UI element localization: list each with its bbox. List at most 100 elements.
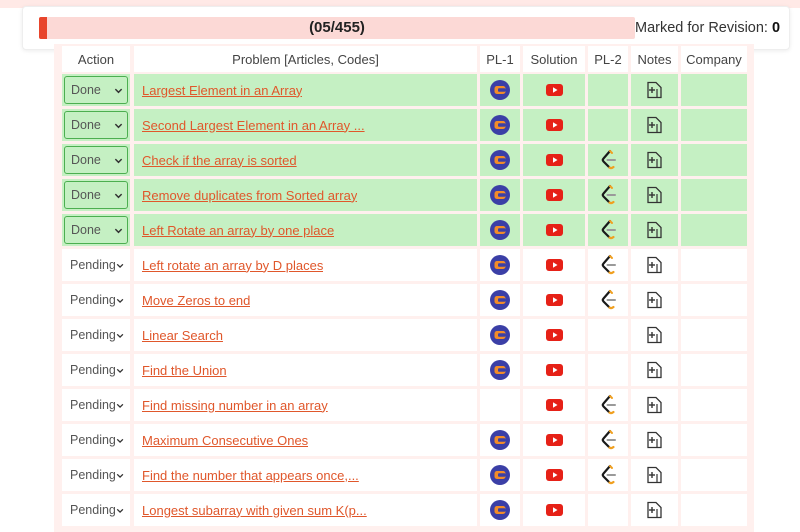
leetcode-icon[interactable] — [600, 149, 617, 171]
problem-link[interactable]: Find the number that appears once,... — [142, 468, 359, 483]
status-select[interactable]: Done — [64, 111, 128, 139]
chevron-down-icon — [116, 298, 124, 303]
leetcode-icon[interactable] — [600, 429, 617, 451]
problem-link[interactable]: Find missing number in an array — [142, 398, 328, 413]
leetcode-icon[interactable] — [600, 219, 617, 241]
company-cell — [681, 494, 747, 526]
leetcode-icon[interactable] — [600, 184, 617, 206]
progress-bar: (05/455) — [39, 17, 635, 39]
leetcode-icon[interactable] — [600, 254, 617, 276]
header-solution: Solution — [523, 46, 585, 72]
youtube-icon[interactable] — [545, 154, 563, 166]
solution-cell — [523, 284, 585, 316]
add-note-icon[interactable] — [646, 116, 663, 134]
status-value: Done — [71, 223, 101, 237]
codingninjas-icon[interactable] — [490, 430, 510, 450]
status-select[interactable]: Pending — [64, 286, 128, 314]
youtube-icon[interactable] — [545, 364, 563, 376]
status-select[interactable]: Done — [64, 76, 128, 104]
add-note-icon[interactable] — [646, 501, 663, 519]
add-note-icon[interactable] — [646, 466, 663, 484]
leetcode-icon[interactable] — [600, 394, 617, 416]
youtube-icon[interactable] — [545, 399, 563, 411]
notes-cell — [631, 179, 678, 211]
status-select[interactable]: Pending — [64, 251, 128, 279]
pl1-cell — [480, 144, 520, 176]
company-cell — [681, 319, 747, 351]
action-cell: Done — [62, 109, 130, 141]
company-cell — [681, 214, 747, 246]
youtube-icon[interactable] — [545, 504, 563, 516]
problem-cell: Remove duplicates from Sorted array — [134, 179, 477, 211]
status-select[interactable]: Pending — [64, 496, 128, 524]
pl2-cell — [588, 319, 628, 351]
notes-cell — [631, 214, 678, 246]
status-select[interactable]: Done — [64, 146, 128, 174]
status-select[interactable]: Done — [64, 181, 128, 209]
problem-cell: Move Zeros to end — [134, 284, 477, 316]
status-select[interactable]: Pending — [64, 321, 128, 349]
codingninjas-icon[interactable] — [490, 465, 510, 485]
status-select[interactable]: Pending — [64, 391, 128, 419]
codingninjas-icon[interactable] — [490, 360, 510, 380]
youtube-icon[interactable] — [545, 224, 563, 236]
add-note-icon[interactable] — [646, 221, 663, 239]
status-select[interactable]: Pending — [64, 356, 128, 384]
pl2-cell — [588, 459, 628, 491]
youtube-icon[interactable] — [545, 329, 563, 341]
problem-link[interactable]: Maximum Consecutive Ones — [142, 433, 308, 448]
add-note-icon[interactable] — [646, 186, 663, 204]
add-note-icon[interactable] — [646, 151, 663, 169]
add-note-icon[interactable] — [646, 256, 663, 274]
codingninjas-icon[interactable] — [490, 325, 510, 345]
codingninjas-icon[interactable] — [490, 255, 510, 275]
add-note-icon[interactable] — [646, 291, 663, 309]
status-value: Pending — [70, 363, 116, 377]
codingninjas-icon[interactable] — [490, 80, 510, 100]
status-select[interactable]: Pending — [64, 426, 128, 454]
problem-link[interactable]: Left Rotate an array by one place — [142, 223, 334, 238]
codingninjas-icon[interactable] — [490, 150, 510, 170]
problem-link[interactable]: Left rotate an array by D places — [142, 258, 323, 273]
solution-cell — [523, 459, 585, 491]
codingninjas-icon[interactable] — [490, 290, 510, 310]
solution-cell — [523, 214, 585, 246]
problem-link[interactable]: Move Zeros to end — [142, 293, 250, 308]
youtube-icon[interactable] — [545, 119, 563, 131]
codingninjas-icon[interactable] — [490, 500, 510, 520]
youtube-icon[interactable] — [545, 434, 563, 446]
add-note-icon[interactable] — [646, 326, 663, 344]
company-cell — [681, 284, 747, 316]
youtube-icon[interactable] — [545, 294, 563, 306]
status-value: Pending — [70, 293, 116, 307]
add-note-icon[interactable] — [646, 431, 663, 449]
youtube-icon[interactable] — [545, 189, 563, 201]
status-select[interactable]: Pending — [64, 461, 128, 489]
problem-link[interactable]: Longest subarray with given sum K(p... — [142, 503, 367, 518]
status-select[interactable]: Done — [64, 216, 128, 244]
chevron-down-icon — [116, 263, 124, 268]
add-note-icon[interactable] — [646, 81, 663, 99]
problem-link[interactable]: Second Largest Element in an Array ... — [142, 118, 365, 133]
problem-link[interactable]: Find the Union — [142, 363, 227, 378]
solution-cell — [523, 109, 585, 141]
problem-link[interactable]: Largest Element in an Array — [142, 83, 302, 98]
leetcode-icon[interactable] — [600, 464, 617, 486]
problem-link[interactable]: Linear Search — [142, 328, 223, 343]
add-note-icon[interactable] — [646, 361, 663, 379]
youtube-icon[interactable] — [545, 259, 563, 271]
add-note-icon[interactable] — [646, 396, 663, 414]
codingninjas-icon[interactable] — [490, 185, 510, 205]
codingninjas-icon[interactable] — [490, 220, 510, 240]
header-notes: Notes — [631, 46, 678, 72]
youtube-icon[interactable] — [545, 84, 563, 96]
leetcode-icon[interactable] — [600, 289, 617, 311]
pl2-cell — [588, 214, 628, 246]
problem-link[interactable]: Check if the array is sorted — [142, 153, 297, 168]
codingninjas-icon[interactable] — [490, 115, 510, 135]
status-value: Pending — [70, 433, 116, 447]
youtube-icon[interactable] — [545, 469, 563, 481]
problem-link[interactable]: Remove duplicates from Sorted array — [142, 188, 357, 203]
action-cell: Pending — [62, 284, 130, 316]
company-cell — [681, 459, 747, 491]
